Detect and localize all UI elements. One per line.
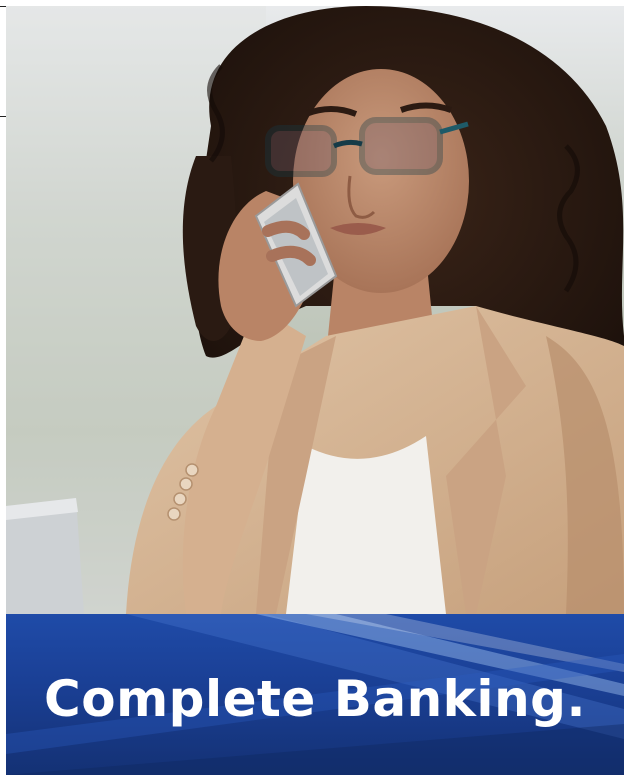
headline-banner: Complete Banking. xyxy=(6,614,624,775)
headline-text: Complete Banking. xyxy=(44,670,586,728)
hero-photo xyxy=(6,6,624,614)
woman-on-phone-photo xyxy=(6,6,624,614)
